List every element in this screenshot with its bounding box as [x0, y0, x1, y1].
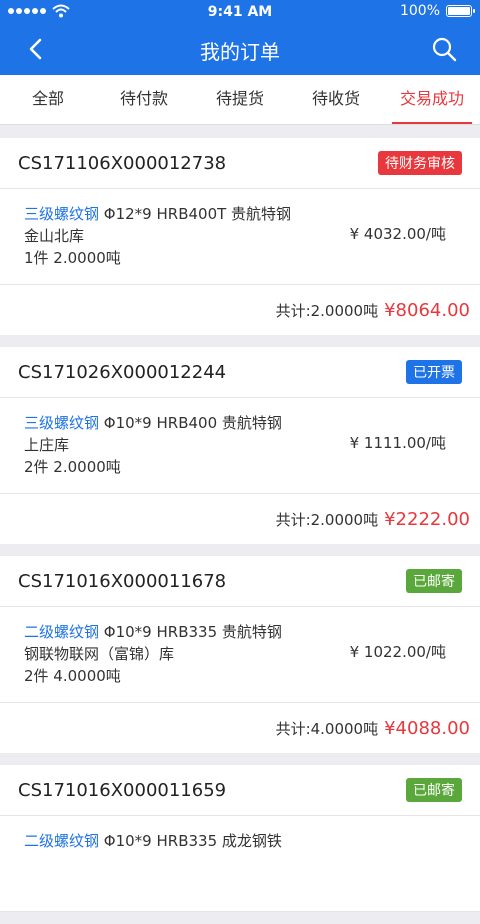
order-number: CS171016X000011678 — [18, 570, 227, 592]
total-weight: 共计:4.0000吨 — [275, 719, 379, 738]
total-amount: ¥2222.00 — [384, 508, 470, 530]
order-number: CS171106X000012738 — [18, 152, 227, 174]
order-header: CS171016X000011678 已邮寄 — [0, 556, 480, 607]
tab-all[interactable]: 全部 — [0, 75, 96, 124]
order-card[interactable]: CS171026X000012244 已开票 三级螺纹钢 Φ10*9 HRB40… — [0, 347, 480, 544]
unit-price: ¥ 1022.00/吨 — [349, 643, 446, 661]
quantity: 1件 2.0000吨 — [24, 249, 121, 267]
tab-pending-receipt[interactable]: 待收货 — [288, 75, 384, 124]
product-spec: Φ10*9 HRB400 贵航特钢 — [99, 414, 282, 432]
product-grade: 二级螺纹钢 — [24, 623, 100, 641]
order-number: CS171016X000011659 — [18, 779, 227, 801]
total-amount: ¥8064.00 — [384, 299, 470, 321]
order-item[interactable]: 三级螺纹钢 Φ12*9 HRB400T 贵航特钢 金山北库 1件 2.0000吨… — [0, 189, 480, 285]
product-line: 二级螺纹钢 Φ10*9 HRB335 贵航特钢 — [24, 621, 456, 643]
order-header: CS171026X000012244 已开票 — [0, 347, 480, 398]
order-item[interactable]: 二级螺纹钢 Φ10*9 HRB335 贵航特钢 钢联物联网（富锦）库 2件 4.… — [0, 607, 480, 703]
order-card[interactable]: CS171016X000011659 已邮寄 二级螺纹钢 Φ10*9 HRB33… — [0, 765, 480, 912]
unit-price: ¥ 4032.00/吨 — [349, 225, 446, 243]
page-title: 我的订单 — [200, 40, 280, 64]
total-weight: 共计:2.0000吨 — [275, 301, 379, 320]
product-spec: Φ12*9 HRB400T 贵航特钢 — [99, 205, 292, 223]
tab-pending-payment[interactable]: 待付款 — [96, 75, 192, 124]
product-spec: Φ10*9 HRB335 成龙钢铁 — [99, 832, 282, 850]
status-badge: 待财务审核 — [378, 151, 462, 175]
search-icon[interactable] — [430, 35, 458, 63]
quantity: 2件 4.0000吨 — [24, 667, 121, 685]
tab-completed[interactable]: 交易成功 — [384, 75, 480, 124]
order-card[interactable]: CS171106X000012738 待财务审核 三级螺纹钢 Φ12*9 HRB… — [0, 138, 480, 335]
order-tabs: 全部 待付款 待提货 待收货 交易成功 — [0, 75, 480, 125]
quantity: 2件 2.0000吨 — [24, 458, 121, 476]
unit-price: ¥ 1111.00/吨 — [349, 434, 446, 452]
total-amount: ¥4088.00 — [384, 717, 470, 739]
product-line: 三级螺纹钢 Φ10*9 HRB400 贵航特钢 — [24, 412, 456, 434]
product-spec: Φ10*9 HRB335 贵航特钢 — [99, 623, 282, 641]
status-bar: 9:41 AM 100% — [0, 0, 480, 24]
total-weight: 共计:2.0000吨 — [275, 510, 379, 529]
battery-percent: 100% — [399, 3, 440, 19]
order-number: CS171026X000012244 — [18, 361, 227, 383]
product-line: 二级螺纹钢 Φ10*9 HRB335 成龙钢铁 — [24, 830, 456, 852]
product-grade: 三级螺纹钢 — [24, 205, 100, 223]
status-badge: 已邮寄 — [406, 569, 462, 593]
product-line: 三级螺纹钢 Φ12*9 HRB400T 贵航特钢 — [24, 203, 456, 225]
order-card[interactable]: CS171016X000011678 已邮寄 二级螺纹钢 Φ10*9 HRB33… — [0, 556, 480, 753]
order-list: CS171106X000012738 待财务审核 三级螺纹钢 Φ12*9 HRB… — [0, 138, 480, 924]
order-header: CS171016X000011659 已邮寄 — [0, 765, 480, 816]
order-footer: 共计:2.0000吨 ¥8064.00 — [0, 285, 480, 335]
order-footer: 共计:4.0000吨 ¥4088.00 — [0, 703, 480, 753]
battery-icon — [446, 5, 475, 17]
app-header: 9:41 AM 100% 我的订单 — [0, 0, 480, 75]
status-badge: 已邮寄 — [406, 778, 462, 802]
status-badge: 已开票 — [406, 360, 462, 384]
nav-bar: 我的订单 — [0, 26, 480, 72]
order-item[interactable]: 二级螺纹钢 Φ10*9 HRB335 成龙钢铁 — [0, 816, 480, 912]
tab-pending-pickup[interactable]: 待提货 — [192, 75, 288, 124]
order-header: CS171106X000012738 待财务审核 — [0, 138, 480, 189]
order-footer: 共计:2.0000吨 ¥2222.00 — [0, 494, 480, 544]
battery-group: 100% — [399, 3, 475, 19]
product-grade: 二级螺纹钢 — [24, 832, 100, 850]
product-grade: 三级螺纹钢 — [24, 414, 100, 432]
order-item[interactable]: 三级螺纹钢 Φ10*9 HRB400 贵航特钢 上庄库 2件 2.0000吨 ¥… — [0, 398, 480, 494]
